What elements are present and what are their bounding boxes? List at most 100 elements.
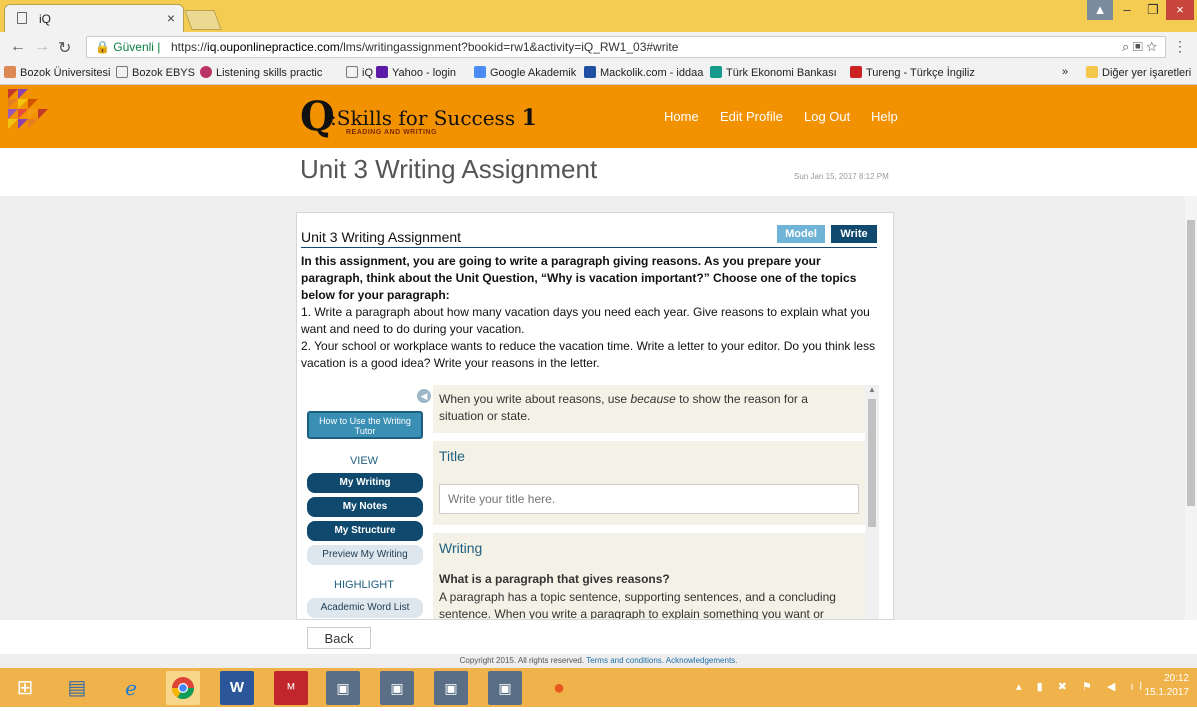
site-header: Q :Skills for Success 1 READING AND WRIT…	[0, 85, 1197, 148]
system-tray-icons[interactable]: ▴ ▮ ✖ ⚑ ◀ ıl	[1016, 680, 1148, 693]
word-icon[interactable]: W	[220, 671, 254, 705]
highlight-label: HIGHLIGHT	[334, 579, 394, 591]
collapse-sidebar-icon[interactable]: ◀	[417, 389, 431, 403]
reload-icon[interactable]: ↻	[58, 38, 71, 58]
bookmark-label: iQ	[362, 67, 373, 79]
address-bar-row: ← → ↻ 🔒 Güvenli | https://iq.ouponlinepr…	[0, 32, 1197, 63]
terms-link[interactable]: Terms and conditions.	[586, 656, 664, 665]
how-to-use-button[interactable]: How to Use the Writing Tutor	[307, 411, 423, 439]
scroll-up-icon[interactable]: ▲	[868, 385, 876, 394]
tip-text: When you write about reasons, use becaus…	[439, 392, 808, 423]
minimize-button[interactable]: –	[1114, 0, 1140, 20]
clock-date: 15.1.2017	[1144, 687, 1190, 698]
panel-title-rule	[301, 247, 877, 248]
bozok-icon	[4, 66, 16, 78]
browser-tabstrip: iQ × ▲ – ❐ ×	[0, 0, 1197, 32]
dots-icon	[200, 66, 212, 78]
tab-close-button[interactable]: ×	[167, 10, 175, 26]
tureng-icon	[850, 66, 862, 78]
bookmarks-bar: Bozok Üniversitesi Bozok EBYS Listening …	[0, 62, 1197, 85]
nav-log-out[interactable]: Log Out	[804, 109, 850, 124]
teb-icon	[710, 66, 722, 78]
writing-area: When you write about reasons, use becaus…	[433, 385, 865, 620]
bookmark-label: Google Akademik	[490, 67, 577, 79]
bookmark-item[interactable]: Mackolik.com - iddaa	[584, 66, 703, 79]
bookmark-label: Türk Ekonomi Bankası	[726, 67, 837, 79]
chrome-logo	[172, 677, 194, 699]
bookmark-item[interactable]: iQ	[346, 66, 373, 79]
new-tab-button[interactable]	[184, 10, 222, 30]
bookmark-item[interactable]: Listening skills practic	[200, 66, 322, 79]
other-bookmarks-folder[interactable]: Diğer yer işaretleri	[1086, 66, 1191, 79]
title-heading: Title	[439, 448, 465, 464]
scholar-icon	[474, 66, 486, 78]
page-icon	[116, 66, 128, 78]
back-arrow-icon[interactable]: ←	[10, 38, 26, 56]
academic-word-list-button[interactable]: Academic Word List	[307, 598, 423, 618]
writing-body: A paragraph has a topic sentence, suppor…	[439, 590, 836, 620]
forward-arrow-icon[interactable]: →	[34, 38, 50, 56]
folder-icon	[1086, 66, 1098, 78]
app-red-icon[interactable]: ᴹ	[274, 671, 308, 705]
taskbar: ⊞ ▤ e W ᴹ ▣ ▣ ▣ ▣ ● ▴ ▮ ✖ ⚑ ◀ ıl 20:12 1…	[0, 668, 1197, 707]
yahoo-icon	[376, 66, 388, 78]
lock-icon: 🔒 Güvenli |	[95, 40, 161, 54]
firefox-icon[interactable]: ●	[542, 671, 576, 705]
app-window-icon[interactable]: ▣	[488, 671, 522, 705]
clock[interactable]: 20:12 15.1.2017	[1145, 672, 1190, 700]
model-tab-button[interactable]: Model	[777, 225, 825, 243]
section-divider	[433, 525, 865, 533]
bookmarks-overflow-button[interactable]: »	[1062, 66, 1068, 78]
nav-home[interactable]: Home	[664, 109, 699, 124]
secure-label: Güvenli	[113, 40, 154, 54]
bookmark-item[interactable]: Türk Ekonomi Bankası	[710, 66, 837, 79]
writing-area-scrollbar[interactable]: ▲	[865, 385, 879, 619]
mackolik-icon	[584, 66, 596, 78]
page-scrollbar[interactable]	[1185, 196, 1197, 620]
my-writing-button[interactable]: My Writing	[307, 473, 423, 493]
app-window-icon[interactable]: ▣	[434, 671, 468, 705]
my-notes-button[interactable]: My Notes	[307, 497, 423, 517]
file-explorer-icon[interactable]: ▤	[60, 671, 94, 705]
title-input[interactable]	[439, 484, 859, 514]
browser-tab[interactable]: iQ ×	[4, 4, 184, 32]
acknowledgements-link[interactable]: Acknowledgements.	[666, 656, 738, 665]
maximize-button[interactable]: ❐	[1140, 0, 1166, 20]
url-host: iq.ouponlinepractice.com	[207, 40, 340, 54]
copyright-text: Copyright 2015. All rights reserved.	[459, 656, 585, 665]
chrome-icon[interactable]	[166, 671, 200, 705]
bookmark-item[interactable]: Bozok EBYS	[116, 66, 195, 79]
nav-edit-profile[interactable]: Edit Profile	[720, 109, 783, 124]
bookmark-item[interactable]: Bozok Üniversitesi	[4, 66, 110, 79]
bookmark-item[interactable]: Tureng - Türkçe İngiliz	[850, 66, 975, 79]
app-window-icon[interactable]: ▣	[380, 671, 414, 705]
topic-2: 2. Your school or workplace wants to red…	[301, 339, 876, 370]
my-structure-button[interactable]: My Structure	[307, 521, 423, 541]
mosaic-logo-icon	[8, 89, 48, 129]
preview-my-writing-button[interactable]: Preview My Writing	[307, 545, 423, 565]
user-icon[interactable]: ▲	[1087, 0, 1113, 20]
url-text: https://iq.ouponlinepractice.com/lms/wri…	[171, 40, 678, 54]
internet-explorer-icon[interactable]: e	[114, 671, 148, 705]
bookmark-label: Tureng - Türkçe İngiliz	[866, 67, 975, 79]
nav-help[interactable]: Help	[871, 109, 898, 124]
bookmark-item[interactable]: Google Akademik	[474, 66, 576, 79]
bookmark-label: Mackolik.com - iddaa	[600, 67, 704, 79]
back-button[interactable]: Back	[307, 627, 371, 649]
close-window-button[interactable]: ×	[1166, 0, 1194, 20]
bookmark-label: Listening skills practic	[216, 67, 323, 79]
zoom-translate-star-icons[interactable]: ⌕ ▣ ☆	[1122, 39, 1157, 55]
view-label: VIEW	[349, 455, 379, 467]
writing-area-scrollbar-thumb[interactable]	[868, 399, 876, 527]
panel-title: Unit 3 Writing Assignment	[301, 229, 462, 245]
write-tab-button[interactable]: Write	[831, 225, 877, 243]
menu-kebab-icon[interactable]: ⋮	[1173, 38, 1187, 55]
bookmark-item[interactable]: Yahoo - login	[376, 66, 456, 79]
url-input[interactable]: 🔒 Güvenli | https://iq.ouponlinepractice…	[86, 36, 1166, 58]
page-scrollbar-thumb[interactable]	[1187, 220, 1195, 506]
windows-start-icon[interactable]: ⊞	[8, 671, 42, 705]
page-date: Sun Jan 15, 2017 8:12 PM	[794, 172, 889, 181]
topic-1: 1. Write a paragraph about how many vaca…	[301, 305, 870, 336]
writing-question: What is a paragraph that gives reasons?	[439, 572, 670, 586]
app-window-icon[interactable]: ▣	[326, 671, 360, 705]
